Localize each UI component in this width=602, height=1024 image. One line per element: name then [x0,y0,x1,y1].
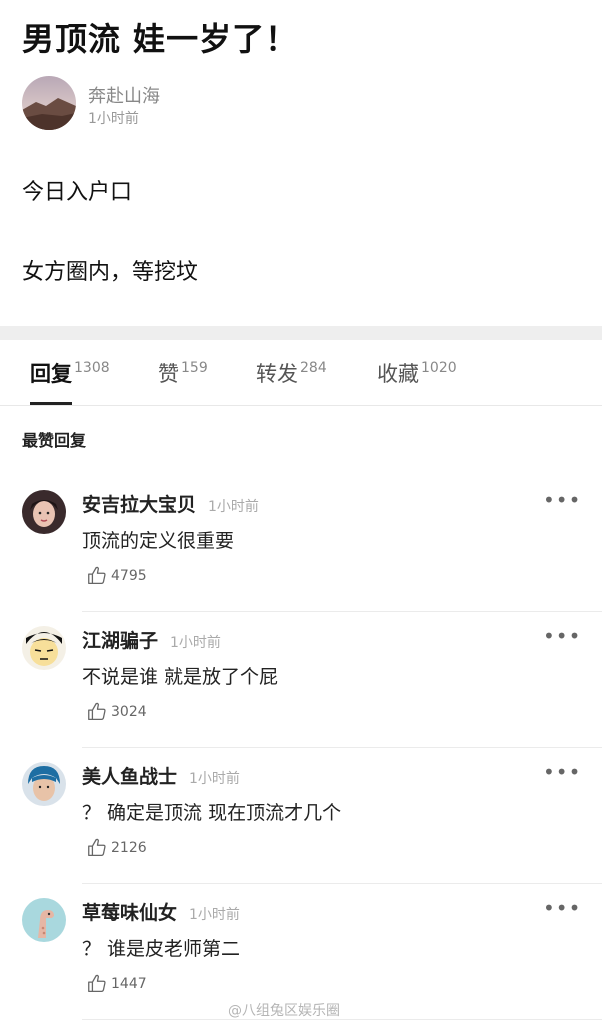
more-dots-icon[interactable]: ••• [543,490,581,510]
like-button[interactable]: 4795 [86,564,147,588]
tab-label: 转发 [256,362,298,386]
tab-count: 1020 [421,360,457,376]
like-count: 1447 [111,976,147,992]
tab-reposts[interactable]: 转发 284 [256,358,327,406]
comment-time: 1小时前 [189,771,240,787]
like-count: 2126 [111,840,147,856]
commenter-name-text: 美人鱼战士 [82,766,178,788]
thumbs-up-icon [88,566,106,584]
more-dots-icon[interactable]: ••• [543,898,581,918]
commenter-name[interactable]: 草莓味仙女 1小时前 [82,898,240,925]
tab-count: 159 [181,360,208,376]
tab-label: 收藏 [377,362,419,386]
tab-favorites[interactable]: 收藏 1020 [377,358,457,406]
post-title: 男顶流 娃一岁了！ [22,20,299,58]
comment-item: 安吉拉大宝贝 1小时前 ••• 顶流的定义很重要 4795 [0,476,602,612]
comment-text: ？ 谁是皮老师第二 [82,938,241,960]
thumbs-up-icon [88,838,106,856]
comment-time: 1小时前 [208,499,259,515]
active-tab-indicator [30,402,72,405]
section-divider [0,326,602,340]
tab-count: 284 [300,360,327,376]
comment-divider [82,1019,602,1020]
commenter-avatar[interactable] [22,626,66,670]
post-body-line: 女方圈内，等挖坟 [22,260,199,285]
interaction-tabs: 回复 1308 赞 159 转发 284 收藏 1020 [0,340,602,406]
post-time: 1小时前 [88,111,139,127]
commenter-name[interactable]: 江湖骗子 1小时前 [82,626,221,653]
comment-time: 1小时前 [170,635,221,651]
comment-text: 不说是谁 就是放了个屁 [82,666,279,688]
tab-label: 赞 [158,362,179,386]
comment-item: 江湖骗子 1小时前 ••• 不说是谁 就是放了个屁 3024 [0,612,602,748]
like-button[interactable]: 2126 [86,836,147,860]
tab-replies[interactable]: 回复 1308 [30,358,110,406]
like-button[interactable]: 1447 [86,972,147,996]
thumbs-up-icon [88,974,106,992]
tab-count: 1308 [74,360,110,376]
tab-likes[interactable]: 赞 159 [158,358,208,406]
like-count: 3024 [111,704,147,720]
comment-time: 1小时前 [189,907,240,923]
commenter-avatar[interactable] [22,490,66,534]
author-name[interactable]: 奔赴山海 [88,82,160,108]
commenter-name-text: 安吉拉大宝贝 [82,494,197,516]
thumbs-up-icon [88,702,106,720]
more-dots-icon[interactable]: ••• [543,762,581,782]
commenter-avatar[interactable] [22,898,66,942]
commenter-name[interactable]: 安吉拉大宝贝 1小时前 [82,490,259,517]
watermark: @八组兔区娱乐圈 [228,1003,340,1019]
more-dots-icon[interactable]: ••• [543,626,581,646]
commenter-name-text: 草莓味仙女 [82,902,178,924]
comment-text: ？ 确定是顶流 现在顶流才几个 [82,802,342,824]
like-button[interactable]: 3024 [86,700,147,724]
commenter-name-text: 江湖骗子 [82,630,159,652]
comment-text: 顶流的定义很重要 [82,530,235,552]
commenter-name[interactable]: 美人鱼战士 1小时前 [82,762,240,789]
author-avatar[interactable] [22,76,76,130]
post-body-line: 今日入户口 [22,180,133,205]
section-heading: 最赞回复 [22,431,87,450]
like-count: 4795 [111,568,147,584]
commenter-avatar[interactable] [22,762,66,806]
comment-item: 美人鱼战士 1小时前 ••• ？ 确定是顶流 现在顶流才几个 2126 [0,748,602,884]
tab-label: 回复 [30,362,72,386]
